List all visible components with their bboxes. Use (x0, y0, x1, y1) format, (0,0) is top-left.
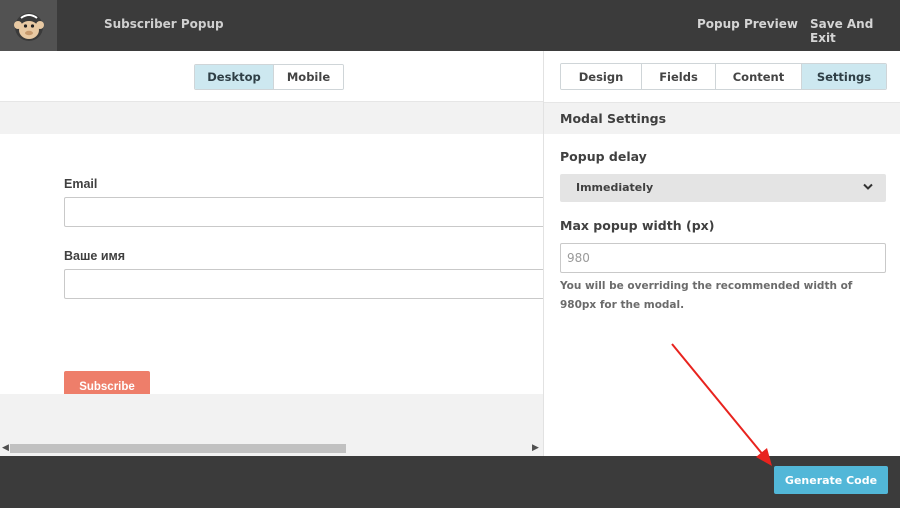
top-bar: Subscriber Popup Popup Preview Save And … (0, 0, 900, 51)
modal-settings-header: Modal Settings (544, 102, 900, 134)
settings-tabs: Design Fields Content Settings (560, 63, 887, 90)
preview-pane: Desktop Mobile Email Ваше имя Subscribe … (0, 51, 543, 456)
chevron-down-icon (863, 183, 873, 190)
email-label: Email (64, 177, 98, 191)
tab-content[interactable]: Content (715, 64, 801, 89)
popup-delay-value: Immediately (576, 181, 654, 194)
chimp-logo-icon (13, 12, 44, 41)
max-width-help: You will be overriding the recommended w… (560, 280, 853, 311)
tab-fields[interactable]: Fields (641, 64, 715, 89)
tab-settings[interactable]: Settings (801, 64, 886, 89)
popup-delay-select[interactable]: Immediately (560, 174, 886, 202)
scrollbar-thumb[interactable] (10, 444, 346, 453)
name-label: Ваше имя (64, 249, 126, 263)
bottom-bar: Generate Code (0, 456, 900, 508)
name-field[interactable] (64, 269, 543, 299)
max-width-input[interactable] (560, 243, 886, 273)
save-and-exit-link[interactable]: Save And Exit (810, 17, 900, 45)
desktop-view-button[interactable]: Desktop (195, 65, 273, 89)
max-width-label: Max popup width (px) (560, 218, 715, 233)
horizontal-scrollbar[interactable]: ◀ ▶ (0, 441, 543, 456)
tab-design[interactable]: Design (561, 64, 641, 89)
scroll-right-arrow-icon[interactable]: ▶ (532, 443, 539, 454)
email-field[interactable] (64, 197, 543, 227)
scroll-left-arrow-icon[interactable]: ◀ (2, 443, 9, 454)
app-title: Subscriber Popup (104, 17, 224, 31)
logo[interactable] (0, 0, 57, 51)
popup-delay-label: Popup delay (560, 149, 647, 164)
popup-preview-link[interactable]: Popup Preview (697, 17, 798, 31)
mobile-view-button[interactable]: Mobile (273, 65, 343, 89)
settings-pane: Design Fields Content Settings Modal Set… (543, 51, 900, 456)
preview-top-band (0, 102, 543, 134)
generate-code-button[interactable]: Generate Code (774, 466, 888, 494)
device-toggle: Desktop Mobile (194, 64, 344, 90)
popup-form-preview: Email Ваше имя Subscribe (0, 134, 543, 402)
section-title: Modal Settings (560, 111, 667, 126)
